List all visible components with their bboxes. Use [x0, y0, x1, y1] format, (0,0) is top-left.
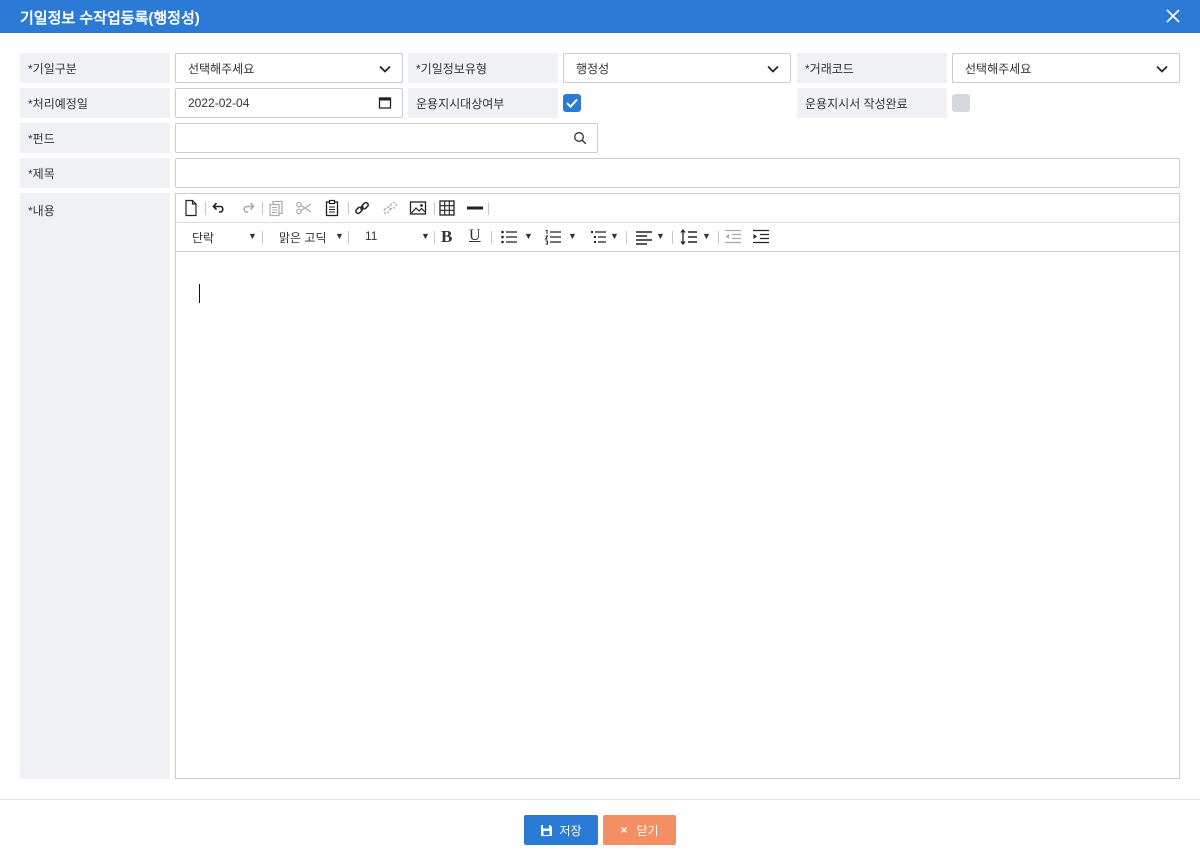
subject-label: *제목	[20, 158, 170, 188]
chevron-down-icon	[767, 65, 779, 73]
process-date-input[interactable]: 2022-02-04	[175, 88, 403, 118]
info-type-label: *기일정보유형	[408, 53, 558, 83]
title-bar: 기일정보 수작업등록(행정성)	[0, 0, 1200, 33]
calendar-icon[interactable]	[378, 96, 392, 110]
editor-toolbar-top	[176, 194, 1179, 223]
dropdown-arrow-icon[interactable]: ▼	[656, 231, 665, 241]
table-icon[interactable]	[437, 198, 457, 218]
window-title: 기일정보 수작업등록(행정성)	[20, 10, 200, 27]
bold-button[interactable]: B	[441, 227, 452, 247]
unlink-icon[interactable]	[380, 198, 400, 218]
dropdown-arrow-icon: ▼	[248, 231, 257, 241]
link-icon[interactable]	[352, 198, 372, 218]
font-value: 맑은 고딕	[279, 231, 327, 245]
dropdown-arrow-icon: ▼	[421, 231, 430, 241]
dropdown-arrow-icon[interactable]: ▼	[524, 231, 533, 241]
category-label: *기일구분	[20, 53, 170, 83]
trade-code-value: 선택해주세요	[965, 61, 1032, 76]
trade-code-select[interactable]: 선택해주세요	[952, 53, 1180, 83]
numbered-list-icon[interactable]	[543, 227, 563, 247]
horizontal-rule-icon[interactable]	[465, 198, 485, 218]
chevron-down-icon	[379, 65, 391, 73]
instruction-done-label: 운용지시서 작성완료	[797, 88, 947, 118]
fund-input[interactable]	[175, 123, 598, 153]
new-document-icon[interactable]	[181, 198, 201, 218]
close-x-icon: ×	[620, 823, 628, 837]
check-icon	[566, 98, 578, 109]
indent-icon[interactable]	[751, 227, 771, 247]
multilevel-list-icon[interactable]	[589, 227, 609, 247]
instruction-target-checkbox[interactable]	[563, 94, 581, 112]
save-label: 저장	[559, 823, 582, 838]
underline-button[interactable]: U	[469, 227, 481, 245]
cut-icon[interactable]	[294, 198, 314, 218]
text-caret	[199, 284, 200, 303]
chevron-down-icon	[1156, 65, 1168, 73]
dropdown-arrow-icon[interactable]: ▼	[568, 231, 577, 241]
category-select[interactable]: 선택해주세요	[175, 53, 403, 83]
outdent-icon[interactable]	[723, 227, 743, 247]
paragraph-dropdown[interactable]: 단락 ▼	[192, 229, 258, 246]
close-label: 닫기	[636, 823, 659, 838]
paste-icon[interactable]	[322, 198, 342, 218]
redo-icon[interactable]	[237, 198, 257, 218]
instruction-target-label: 운용지시대상여부	[408, 88, 558, 118]
dropdown-arrow-icon[interactable]: ▼	[702, 231, 711, 241]
bullet-list-icon[interactable]	[499, 227, 519, 247]
close-button[interactable]: × 닫기	[603, 815, 676, 845]
search-icon[interactable]	[573, 131, 587, 145]
font-dropdown[interactable]: 맑은 고딕 ▼	[279, 229, 345, 246]
align-left-icon[interactable]	[634, 227, 654, 247]
info-type-select[interactable]: 행정성	[563, 53, 791, 83]
dropdown-arrow-icon[interactable]: ▼	[610, 231, 619, 241]
close-icon[interactable]	[1164, 7, 1182, 25]
editor-toolbar-bottom: 단락 ▼ 맑은 고딕 ▼ 11 ▼ B U ▼ ▼ ▼ ▼ ▼	[176, 223, 1179, 252]
dropdown-arrow-icon: ▼	[335, 231, 344, 241]
copy-icon[interactable]	[266, 198, 286, 218]
font-size-value: 11	[365, 229, 378, 243]
font-size-dropdown[interactable]: 11 ▼	[365, 229, 431, 243]
category-value: 선택해주세요	[188, 61, 255, 76]
trade-code-label: *거래코드	[797, 53, 947, 83]
image-icon[interactable]	[408, 198, 428, 218]
undo-icon[interactable]	[210, 198, 230, 218]
process-date-value: 2022-02-04	[188, 96, 250, 110]
subject-input[interactable]	[175, 158, 1180, 188]
save-icon	[541, 824, 553, 836]
fund-label: *펀드	[20, 123, 170, 153]
line-height-icon[interactable]	[679, 227, 699, 247]
footer-divider	[0, 799, 1200, 800]
info-type-value: 행정성	[576, 61, 610, 76]
content-label: *내용	[20, 193, 170, 779]
paragraph-value: 단락	[192, 231, 215, 245]
instruction-done-checkbox[interactable]	[952, 94, 970, 112]
save-button[interactable]: 저장	[524, 815, 598, 845]
content-editor[interactable]: 단락 ▼ 맑은 고딕 ▼ 11 ▼ B U ▼ ▼ ▼ ▼ ▼	[175, 193, 1180, 779]
process-date-label: *처리예정일	[20, 88, 170, 118]
